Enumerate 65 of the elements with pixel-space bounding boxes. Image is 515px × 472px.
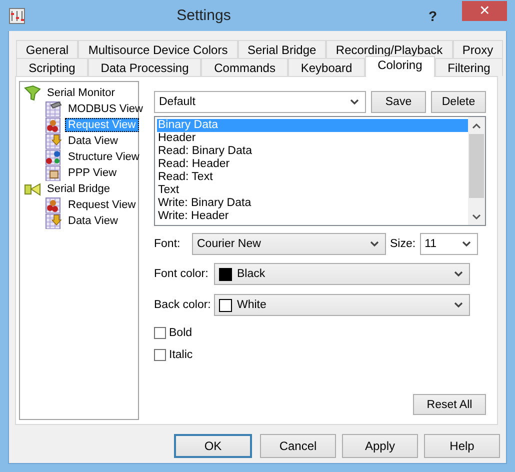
cancel-button[interactable]: Cancel <box>260 434 336 458</box>
tree-item[interactable]: Serial Bridge <box>44 182 113 196</box>
document-grid-icon <box>45 117 62 133</box>
tab[interactable]: Coloring <box>364 56 435 77</box>
tab[interactable]: Keyboard <box>288 58 365 76</box>
document-grid-icon <box>45 165 62 181</box>
tree-item[interactable]: Serial Monitor <box>44 86 118 100</box>
tab[interactable]: Scripting <box>16 58 88 76</box>
color-dropdown[interactable]: Black <box>214 263 470 285</box>
list-item[interactable]: Header <box>157 132 468 145</box>
list-item[interactable]: Write: Binary Data <box>157 197 468 210</box>
checkbox-label: Italic <box>169 349 193 361</box>
help-button[interactable]: ? <box>422 6 444 24</box>
tab[interactable]: Data Processing <box>88 58 202 76</box>
tree-item[interactable]: Data View <box>65 214 121 228</box>
color-label: Back color: <box>154 299 210 311</box>
list-item[interactable]: Read: Header <box>157 158 468 171</box>
bridge-icon <box>24 181 41 197</box>
element-list[interactable]: Binary Data Header Read: Binary Data Read: Header Read: Text Text Write: Binary Data Write: Header <box>154 116 486 226</box>
tab[interactable]: Multisource Device Colors <box>78 40 238 58</box>
list-item[interactable]: Text <box>157 184 468 197</box>
font-dropdown[interactable]: Courier New <box>192 233 386 255</box>
tab[interactable]: Proxy <box>452 40 503 58</box>
document-grid-icon <box>45 213 62 229</box>
list-item[interactable]: Read: Binary Data <box>157 145 468 158</box>
tree-item[interactable]: MODBUS View <box>65 102 146 116</box>
checkbox-label: Bold <box>169 327 192 339</box>
caret-icon <box>462 241 471 247</box>
help-button[interactable]: Help <box>424 434 500 458</box>
window-title: Settings <box>176 7 231 24</box>
close-button[interactable]: ✕ <box>462 0 508 20</box>
caret-icon <box>370 241 379 247</box>
app-icon <box>9 8 25 24</box>
funnel-icon <box>24 85 41 101</box>
tree-item[interactable]: PPP View <box>65 166 120 180</box>
color-label: Font color: <box>154 268 210 280</box>
font-label: Font: <box>154 238 182 250</box>
tree-item[interactable]: Data View <box>65 134 121 148</box>
caret-icon <box>454 271 463 277</box>
tab[interactable]: Filtering <box>434 58 504 76</box>
document-grid-icon <box>45 133 62 149</box>
checkbox[interactable] <box>154 349 166 361</box>
size-label: Size: <box>390 238 416 250</box>
tree-item[interactable]: Structure View <box>65 150 142 164</box>
tab[interactable]: Serial Bridge <box>238 40 326 58</box>
document-grid-icon <box>45 101 62 117</box>
preset-dropdown[interactable]: Default <box>154 91 366 113</box>
tree-item[interactable]: Request View <box>65 198 139 212</box>
color-dropdown[interactable]: White <box>214 294 470 316</box>
document-grid-icon <box>45 197 62 213</box>
apply-button[interactable]: Apply <box>342 434 418 458</box>
size-dropdown[interactable]: 11 <box>420 233 478 255</box>
caret-icon <box>350 99 359 105</box>
ok-button[interactable]: OK <box>174 434 252 458</box>
reset-all-button[interactable]: Reset All <box>413 394 486 415</box>
delete-button[interactable]: Delete <box>431 91 486 113</box>
checkbox[interactable] <box>154 327 166 339</box>
list-item[interactable]: Read: Text <box>157 171 468 184</box>
caret-icon <box>454 302 463 308</box>
save-button[interactable]: Save <box>371 91 426 113</box>
tab[interactable]: General <box>16 40 78 58</box>
tab[interactable]: Recording/Playback <box>326 40 453 58</box>
list-item[interactable]: Write: Header <box>157 210 468 223</box>
document-grid-icon <box>45 149 62 165</box>
tab[interactable]: Commands <box>201 58 288 76</box>
